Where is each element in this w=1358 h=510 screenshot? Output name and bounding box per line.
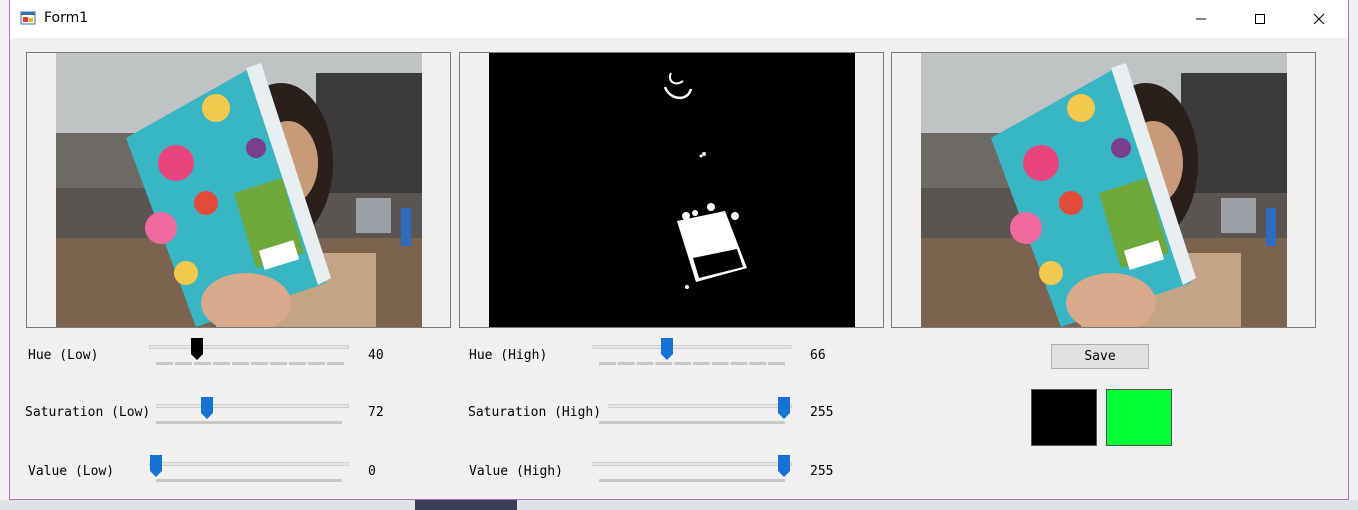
tick-mark (674, 362, 691, 365)
low-color-swatch (1031, 389, 1097, 446)
tick-mark (213, 362, 230, 365)
hue-low-ticks (156, 362, 344, 365)
tick-mark (730, 362, 748, 365)
sat-low-label: Saturation (Low) (25, 405, 151, 420)
minimize-icon (1196, 18, 1206, 20)
form-window: Form1 Hue (Low) 40 Hue (High) 66 Saturat… (9, 0, 1349, 500)
tick-mark (599, 362, 616, 365)
sat-high-track[interactable] (608, 404, 792, 408)
desktop-background-bottom (0, 500, 1358, 510)
window-title: Form1 (44, 10, 89, 26)
tick-mark (768, 362, 785, 365)
tick-mark (232, 362, 249, 365)
hue-low-label: Hue (Low) (28, 348, 99, 363)
close-button[interactable] (1290, 0, 1348, 38)
original-image-panel (26, 52, 451, 328)
val-low-groove (156, 479, 342, 482)
save-button[interactable]: Save (1051, 344, 1149, 369)
tick-mark (711, 362, 729, 365)
original-image (56, 53, 422, 327)
close-icon (1313, 13, 1325, 25)
mask-image-panel (459, 52, 884, 328)
app-icon (20, 11, 36, 25)
val-high-groove (599, 479, 785, 482)
desktop-background-left (0, 0, 9, 510)
high-color-swatch (1106, 389, 1172, 446)
tick-mark (636, 362, 654, 365)
sat-high-label: Saturation (High) (468, 405, 602, 420)
hue-high-value: 66 (810, 348, 826, 363)
tick-mark (156, 362, 173, 365)
hue-high-ticks (599, 362, 785, 365)
maximize-icon (1255, 14, 1265, 24)
tick-mark (655, 362, 673, 365)
tick-mark (308, 362, 325, 365)
maximize-button[interactable] (1231, 0, 1289, 38)
sat-high-value: 255 (810, 405, 834, 420)
sat-low-thumb[interactable] (201, 397, 213, 419)
tick-mark (327, 362, 344, 365)
val-high-value: 255 (810, 464, 834, 479)
result-image-panel (891, 52, 1316, 328)
hue-low-track[interactable] (149, 345, 349, 349)
val-high-track[interactable] (592, 462, 792, 466)
title-bar[interactable]: Form1 (10, 0, 1348, 38)
hue-high-label: Hue (High) (469, 348, 548, 363)
sat-low-track[interactable] (156, 404, 349, 408)
tick-mark (749, 362, 767, 365)
val-low-track[interactable] (149, 462, 349, 466)
tick-mark (194, 362, 211, 365)
val-low-thumb[interactable] (150, 455, 162, 477)
tick-mark (617, 362, 635, 365)
val-low-value: 0 (368, 464, 376, 479)
hue-low-value: 40 (368, 348, 384, 363)
result-image (921, 53, 1287, 327)
sat-low-value: 72 (368, 405, 384, 420)
sat-high-groove (599, 421, 785, 424)
hue-high-thumb[interactable] (661, 338, 673, 360)
tick-mark (251, 362, 268, 365)
sat-high-thumb[interactable] (778, 397, 790, 419)
val-low-label: Value (Low) (28, 464, 115, 479)
tick-mark (175, 362, 192, 365)
hue-low-thumb[interactable] (191, 338, 203, 360)
val-high-label: Value (High) (469, 464, 563, 479)
sat-low-groove (156, 421, 342, 424)
tick-mark (289, 362, 306, 365)
tick-mark (270, 362, 287, 365)
tick-mark (693, 362, 710, 365)
val-high-thumb[interactable] (778, 455, 790, 477)
mask-image (489, 53, 855, 327)
hue-high-track[interactable] (592, 345, 792, 349)
desktop-background-right (1349, 0, 1358, 510)
minimize-button[interactable] (1172, 0, 1230, 38)
